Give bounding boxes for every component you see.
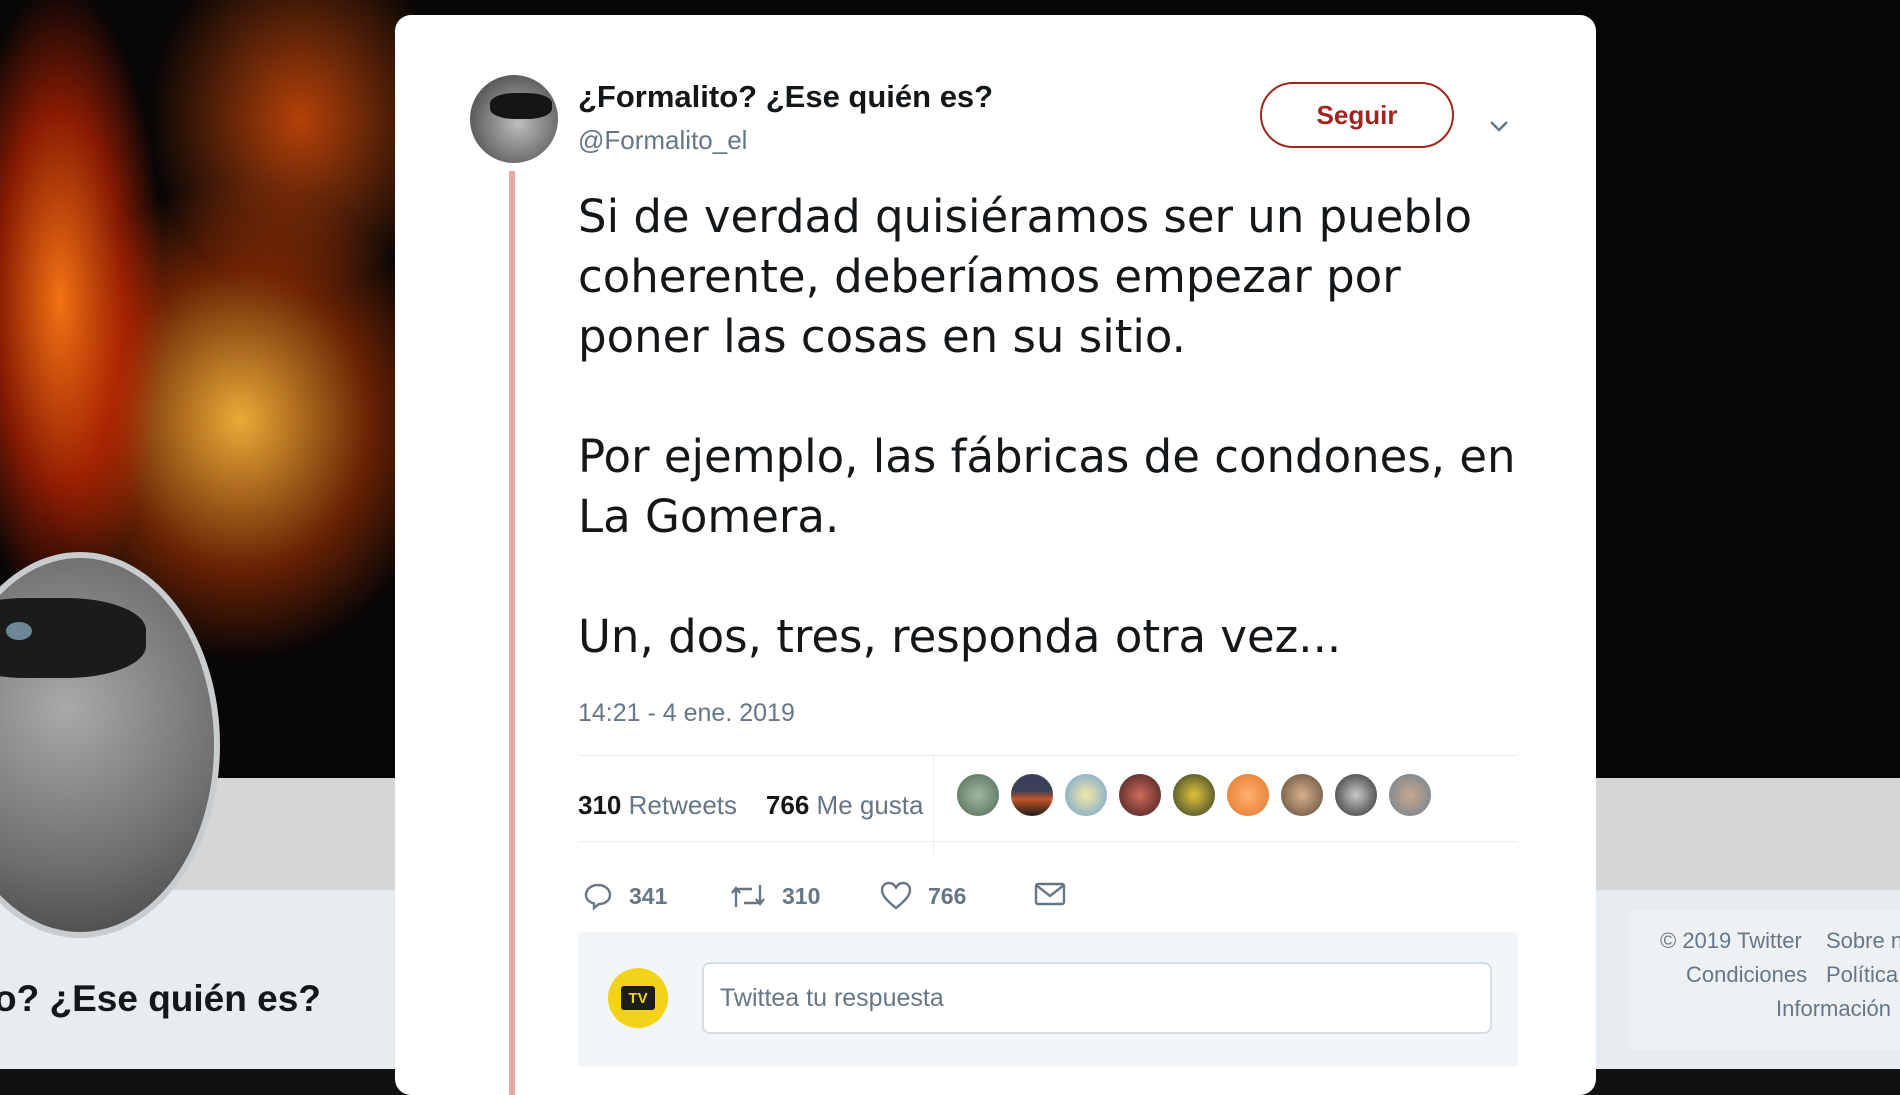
tweet-text-line: Si de verdad quisiéramos ser un pueblo bbox=[578, 190, 1473, 243]
thread-line bbox=[509, 171, 515, 1095]
retweet-action[interactable]: 310 bbox=[730, 881, 820, 911]
liker-avatar[interactable] bbox=[1333, 772, 1379, 818]
eye-shape bbox=[6, 622, 32, 640]
reply-count: 341 bbox=[629, 882, 668, 909]
like-action[interactable]: 766 bbox=[880, 881, 966, 911]
reply-icon bbox=[584, 883, 612, 911]
reply-action[interactable]: 341 bbox=[583, 881, 667, 911]
retweets-label: Retweets bbox=[628, 790, 738, 820]
liker-avatar[interactable] bbox=[1225, 772, 1271, 818]
liker-avatar[interactable] bbox=[1279, 772, 1325, 818]
profile-name: o? ¿Ese quién es? bbox=[0, 978, 321, 1019]
retweets-stat[interactable]: 310 Retweets bbox=[578, 790, 737, 820]
liker-avatar[interactable] bbox=[955, 772, 1001, 818]
divider bbox=[578, 841, 1518, 842]
footer-link-terms[interactable]: Condiciones bbox=[1686, 962, 1807, 988]
likes-label: Me gusta bbox=[816, 790, 924, 820]
likes-count: 766 bbox=[765, 790, 810, 820]
mail-icon bbox=[1034, 882, 1066, 906]
divider bbox=[578, 755, 1518, 756]
tweet-text: Si de verdad quisiéramos ser un pueblo c… bbox=[578, 187, 1578, 667]
footer: © 2019 Twitter Sobre n Condiciones Polít… bbox=[1628, 910, 1900, 1050]
tweet-text-line: poner las cosas en su sitio. bbox=[578, 310, 1186, 363]
message-action[interactable] bbox=[1034, 881, 1082, 907]
like-count: 766 bbox=[928, 882, 967, 909]
footer-link-about[interactable]: Sobre n bbox=[1826, 928, 1900, 954]
likes-stat[interactable]: 766 Me gusta bbox=[766, 790, 924, 820]
retweet-count: 310 bbox=[782, 882, 821, 909]
chevron-down-icon[interactable] bbox=[1488, 115, 1510, 137]
tweet-text-line: La Gomera. bbox=[578, 490, 840, 543]
tweet-text-line: Por ejemplo, las fábricas de condones, e… bbox=[578, 430, 1516, 483]
liker-avatar[interactable] bbox=[1171, 772, 1217, 818]
tv-logo: TV bbox=[621, 986, 655, 1010]
footer-link-copyright: © 2019 Twitter bbox=[1660, 928, 1802, 953]
current-user-avatar[interactable]: TV bbox=[608, 968, 668, 1028]
tweet-text-line: Un, dos, tres, responda otra vez... bbox=[578, 610, 1342, 663]
follow-button[interactable]: Seguir bbox=[1260, 82, 1454, 148]
footer-link-info[interactable]: Información bbox=[1776, 996, 1891, 1022]
mask-shape bbox=[490, 93, 552, 119]
liker-avatar[interactable] bbox=[1009, 772, 1055, 818]
tweet-modal: ¿Formalito? ¿Ese quién es? @Formalito_el… bbox=[395, 15, 1596, 1095]
author-name[interactable]: ¿Formalito? ¿Ese quién es? bbox=[578, 79, 993, 115]
reply-composer: TV Twittea tu respuesta bbox=[578, 932, 1518, 1067]
tweet-stats: 310 Retweets 766 Me gusta bbox=[578, 790, 924, 821]
tweet-text-line: coherente, deberíamos empezar por bbox=[578, 250, 1401, 303]
retweets-count: 310 bbox=[578, 790, 622, 820]
footer-link-policy[interactable]: Política bbox=[1826, 962, 1898, 988]
liker-avatar[interactable] bbox=[1387, 772, 1433, 818]
reply-input[interactable]: Twittea tu respuesta bbox=[702, 962, 1492, 1034]
author-handle[interactable]: @Formalito_el bbox=[578, 125, 747, 156]
retweet-icon bbox=[731, 885, 765, 907]
liker-avatar[interactable] bbox=[1117, 772, 1163, 818]
liker-avatar[interactable] bbox=[1063, 772, 1109, 818]
heart-icon bbox=[880, 881, 912, 910]
author-avatar[interactable] bbox=[470, 75, 558, 163]
tweet-timestamp[interactable]: 14:21 - 4 ene. 2019 bbox=[578, 699, 795, 728]
